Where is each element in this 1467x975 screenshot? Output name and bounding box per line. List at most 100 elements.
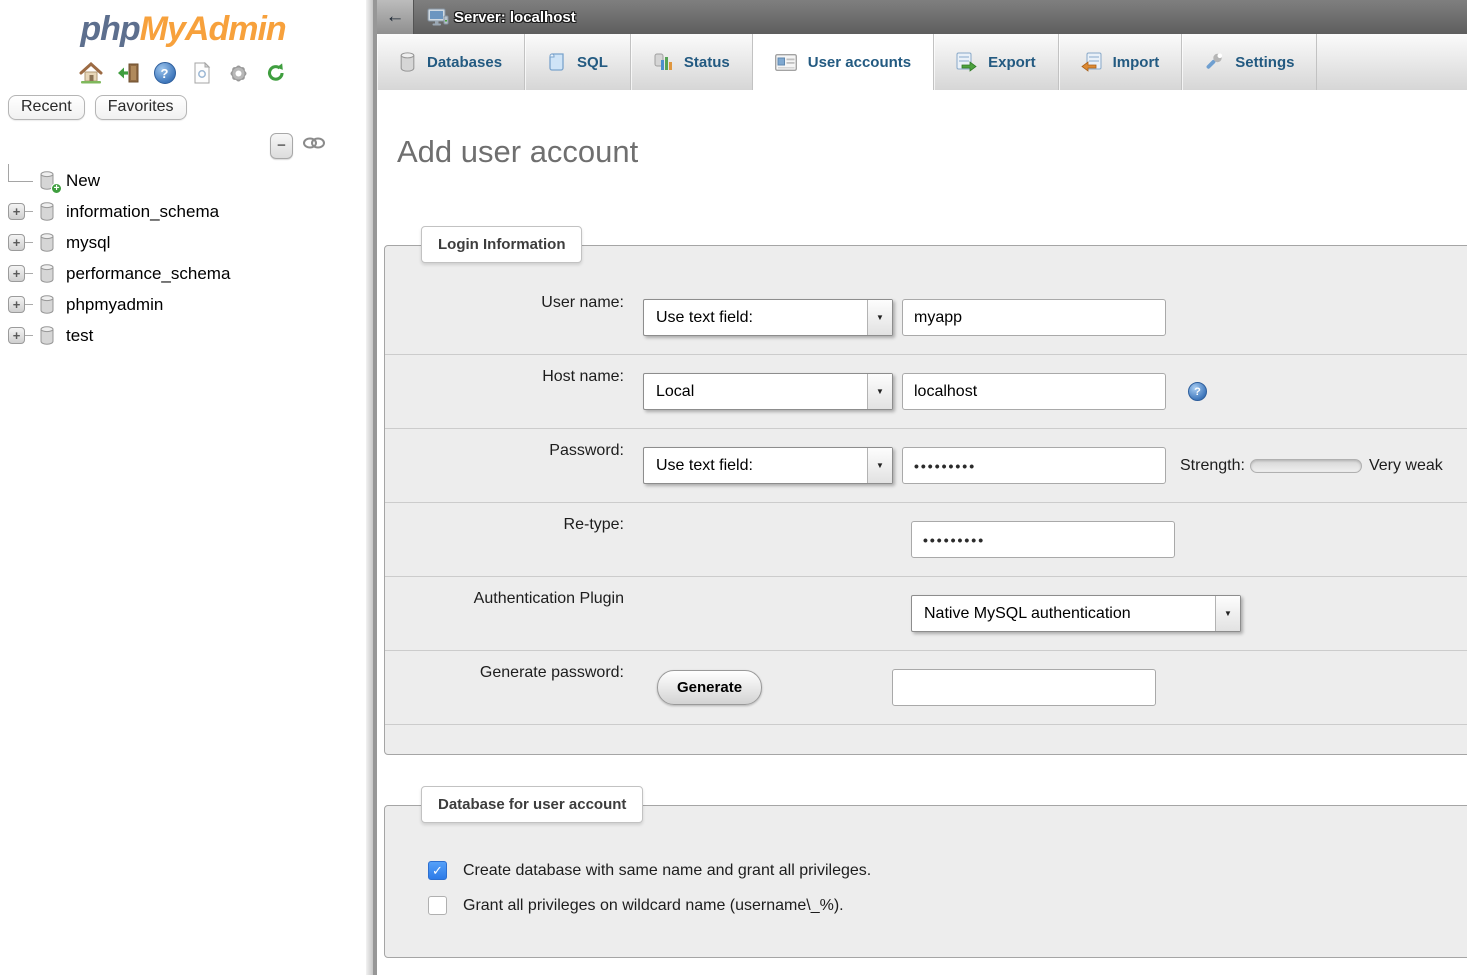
reload-icon[interactable] (263, 60, 289, 86)
strength-label: Strength: (1180, 457, 1245, 475)
hostname-type-select[interactable]: Local ▼ (643, 373, 893, 410)
tab-databases[interactable]: Databases (377, 34, 525, 90)
retype-password-input[interactable] (911, 521, 1175, 558)
user-accounts-card-icon (775, 54, 797, 71)
database-tree: + New + information_schema + mysql + per… (0, 165, 366, 351)
tab-label: SQL (577, 54, 608, 71)
password-type-select[interactable]: Use text field: ▼ (643, 447, 893, 484)
strength-text: Very weak (1369, 457, 1443, 475)
generate-password-row: Generate password: Generate (385, 651, 1467, 725)
server-monitor-icon (427, 8, 449, 27)
recent-dropdown[interactable]: Recent (8, 95, 85, 120)
tab-export[interactable]: Export (934, 34, 1059, 90)
expand-icon[interactable]: + (8, 265, 25, 282)
tab-label: Export (988, 54, 1036, 71)
generate-button[interactable]: Generate (657, 670, 762, 705)
checkbox-label: Create database with same name and grant… (463, 862, 871, 880)
tab-status[interactable]: Status (631, 34, 753, 90)
tree-db-mysql[interactable]: + mysql (8, 227, 366, 258)
import-icon (1081, 52, 1102, 72)
username-row: User name: Use text field: ▼ (385, 281, 1467, 355)
tab-label: Import (1113, 54, 1160, 71)
logout-icon[interactable] (115, 60, 141, 86)
db-cylinder-svg (39, 233, 55, 252)
select-value: Native MySQL authentication (924, 605, 1131, 623)
expand-icon[interactable]: + (8, 203, 25, 220)
help-icon[interactable]: ? (152, 60, 178, 86)
link-with-main-panel-icon[interactable] (302, 136, 326, 155)
tab-sql[interactable]: SQL (525, 34, 631, 90)
hostname-label: Host name: (385, 355, 643, 386)
page-title: Add user account (397, 134, 1467, 170)
username-type-select[interactable]: Use text field: ▼ (643, 299, 893, 336)
tree-db-performance-schema[interactable]: + performance_schema (8, 258, 366, 289)
tab-label: Status (684, 54, 730, 71)
tab-settings[interactable]: Settings (1182, 34, 1317, 90)
db-cylinder-svg (39, 295, 55, 314)
select-value: Use text field: (656, 309, 753, 327)
tree-connector (25, 242, 33, 243)
hostname-input[interactable] (902, 373, 1166, 410)
export-icon (956, 52, 977, 72)
chevron-down-icon: ▼ (867, 300, 892, 335)
tree-db-test[interactable]: + test (8, 320, 366, 351)
plus-badge-icon: + (51, 183, 62, 194)
hostname-controls: Local ▼ ? (643, 373, 1207, 410)
collapse-all-button[interactable]: − (270, 133, 293, 159)
db-cylinder-svg (39, 264, 55, 283)
auth-plugin-controls: Native MySQL authentication ▼ (643, 595, 1241, 632)
expand-icon[interactable]: + (8, 327, 25, 344)
expand-icon[interactable]: + (8, 296, 25, 313)
tab-user-accounts[interactable]: User accounts (753, 34, 934, 90)
grant-wildcard-checkbox-row[interactable]: ✓ Grant all privileges on wildcard name … (428, 896, 1467, 915)
username-label: User name: (385, 281, 643, 312)
gear-icon-svg (227, 62, 250, 85)
sidebar-resize-divider[interactable] (366, 0, 377, 975)
wrench-icon (1204, 52, 1224, 72)
generated-password-input[interactable] (892, 669, 1156, 706)
help-question-glyph: ? (154, 62, 176, 84)
password-strength: Strength: Very weak (1180, 457, 1443, 475)
tree-item-new[interactable]: + New (8, 165, 366, 196)
tree-connector (25, 273, 33, 274)
hostname-help-icon[interactable]: ? (1188, 382, 1207, 401)
documentation-icon[interactable] (189, 60, 215, 86)
back-arrow-button[interactable]: ← (377, 0, 414, 34)
create-database-checkbox-row[interactable]: ✓ Create database with same name and gra… (428, 861, 1467, 880)
auth-plugin-select[interactable]: Native MySQL authentication ▼ (911, 595, 1241, 632)
username-input[interactable] (902, 299, 1166, 336)
chevron-down-icon: ▼ (867, 374, 892, 409)
retype-row: Re-type: (385, 503, 1467, 577)
tab-import[interactable]: Import (1059, 34, 1183, 90)
auth-plugin-label: Authentication Plugin (385, 577, 643, 608)
expand-icon[interactable]: + (8, 234, 25, 251)
tree-connector (25, 211, 33, 212)
documentation-icon-svg (193, 62, 211, 84)
tree-connector (25, 335, 33, 336)
tree-item-label: information_schema (66, 202, 219, 222)
grant-wildcard-checkbox[interactable]: ✓ (428, 896, 447, 915)
sidebar-nav-icons: ? (0, 59, 366, 87)
main-panel: ← Server: localhost Databases SQL Status (377, 0, 1467, 975)
login-information-body: User name: Use text field: ▼ Host name: (385, 246, 1467, 725)
status-chart-icon (653, 52, 673, 72)
favorites-dropdown[interactable]: Favorites (95, 95, 187, 120)
tree-db-information-schema[interactable]: + information_schema (8, 196, 366, 227)
hostname-row: Host name: Local ▼ ? (385, 355, 1467, 429)
phpmyadmin-logo[interactable]: phpMyAdmin (0, 6, 366, 49)
create-database-checkbox[interactable]: ✓ (428, 861, 447, 880)
check-icon: ✓ (432, 863, 443, 879)
tree-item-label: New (66, 171, 100, 191)
password-input[interactable] (902, 447, 1166, 484)
tree-item-label: phpmyadmin (66, 295, 163, 315)
settings-gear-icon[interactable] (226, 60, 252, 86)
home-icon[interactable] (78, 60, 104, 86)
logout-icon-svg (116, 62, 140, 84)
database-cylinder-icon (39, 233, 57, 252)
tree-db-phpmyadmin[interactable]: + phpmyadmin (8, 289, 366, 320)
login-information-fieldset: Login Information User name: Use text fi… (384, 245, 1467, 755)
new-database-icon: + (39, 171, 57, 190)
tree-item-label: performance_schema (66, 264, 230, 284)
database-for-user-legend: Database for user account (421, 786, 643, 823)
chain-icon-svg (302, 136, 326, 150)
